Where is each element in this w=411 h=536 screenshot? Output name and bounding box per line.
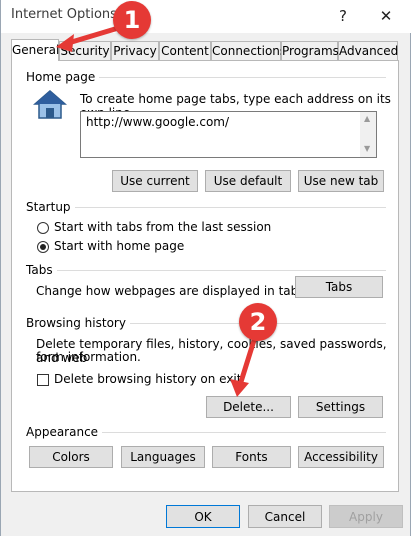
- arrow-2-head: [230, 379, 249, 397]
- annotation-badge-2: 2: [239, 303, 277, 341]
- arrow-1-head: [56, 34, 74, 52]
- annotation-badge-1: 1: [113, 1, 151, 39]
- annotation-arrows: [56, 23, 259, 397]
- arrow-2-line: [237, 331, 259, 388]
